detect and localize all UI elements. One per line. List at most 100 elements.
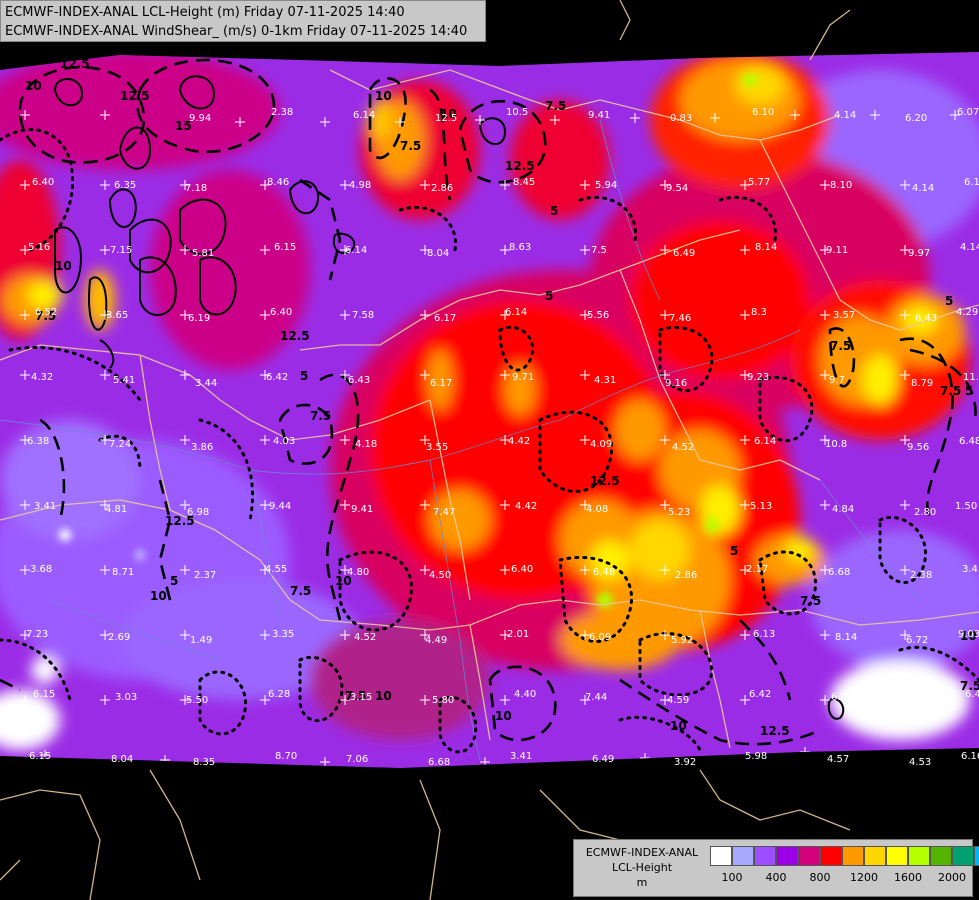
station-value: 4.49 [425,635,447,646]
station-value: 5.81 [192,248,214,259]
station-value: 6.15 [274,242,296,253]
station-value: 6.40 [965,689,979,700]
station-value: 6.48 [959,436,979,447]
station-value: 2.38 [910,570,932,581]
legend-tick: 2000 [938,871,966,884]
station-value: 8.45 [513,177,535,188]
contour-label: 5 [730,544,738,558]
station-value: 11.5 [963,372,979,383]
contour-label: 5 [545,289,553,303]
station-value: 9.97 [908,248,930,259]
legend-tick: 1600 [894,871,922,884]
station-value: 9.7 [829,375,845,386]
contour-label: 7.5 [830,339,851,353]
station-value: 6.17 [430,378,452,389]
station-value: 4.14 [960,242,979,253]
station-value: 6.40 [32,177,54,188]
contour-label: 10 [25,79,42,93]
station-value: 8.3 [751,307,767,318]
legend-unit: m [636,876,648,889]
contour-label: 12.5 [120,89,150,103]
station-value: 5.56 [587,310,609,321]
station-value: 6.14 [345,245,367,256]
legend-swatch [732,846,754,866]
station-value: 4.52 [354,632,376,643]
station-value: 2.01 [507,629,529,640]
legend-tick-labels: 100 400 800 1200 1600 2000 [710,871,974,885]
weather-map: 12.512.515107.51012.557.5107.51012.557.5… [0,0,979,900]
station-value: 6.68 [428,757,450,768]
station-value: 2.69 [108,632,130,643]
station-value: 6.15 [33,689,55,700]
legend-swatch [908,846,930,866]
station-value: 6.49 [592,754,614,765]
station-value: 5.13 [750,501,772,512]
contour-label: 10 [375,89,392,103]
station-value: 6.16 [961,751,979,762]
legend-swatch [842,846,864,866]
station-value: 2.37 [194,570,216,581]
contour-label: 7.5 [290,584,311,598]
station-value: 10.8 [825,439,847,450]
legend-swatch [754,846,776,866]
contour-label: 7.5 [400,139,421,153]
station-value: 4.80 [347,567,369,578]
station-value: 6.98 [187,507,209,518]
station-value: 8.04 [427,248,449,259]
station-value: 6.52 [35,307,57,318]
station-value: 9.11 [826,245,848,256]
station-value: 3.44 [195,378,217,389]
legend-parameter: LCL-Height [611,861,673,874]
station-value: 4.08 [586,504,608,515]
station-value: 6.14 [754,436,776,447]
station-value: 7.44 [585,692,607,703]
station-value: 6.40 [270,307,292,318]
station-value: 8.46 [267,177,289,188]
station-value: 4.59 [667,695,689,706]
station-value: 8.14 [755,242,777,253]
station-value: 5.16 [28,242,50,253]
legend-swatch [776,846,798,866]
station-value: 6.15 [29,751,51,762]
station-value: 4.84 [832,504,854,515]
legend-tick: 400 [765,871,787,884]
legend-swatch [974,846,979,866]
station-value: 8.63 [509,242,531,253]
lcl-height-field [0,52,979,768]
station-value: 5.77 [748,177,770,188]
legend-swatch [798,846,820,866]
station-value: 9.41 [588,110,610,121]
station-value: 6.43 [348,375,370,386]
station-value: 6.42 [266,372,288,383]
station-value: 6.13 [753,629,775,640]
contour-label: 10 [495,709,512,723]
station-value: 7.58 [352,310,374,321]
contour-label: 12.5 [60,57,90,71]
station-value: 0.83 [670,113,692,124]
contour-label: 12.5 [590,474,620,488]
station-value: 4.81 [105,504,127,515]
station-value: 3.35 [272,629,294,640]
station-value: 7.15 [110,245,132,256]
station-value: 3.68 [30,564,52,575]
station-value: 6.20 [905,113,927,124]
legend-swatch [886,846,908,866]
station-value: 4.42 [515,501,537,512]
station-value: 2.86 [431,183,453,194]
legend-swatch [864,846,886,866]
station-value: 3.65 [106,310,128,321]
station-value: 5.41 [113,375,135,386]
station-value: 6.49 [673,248,695,259]
station-value: 5.94 [595,180,617,191]
station-value: 1.49 [190,635,212,646]
station-value: 6.43 [915,313,937,324]
station-value: 4.42 [508,436,530,447]
station-value: 7.23 [26,629,48,640]
legend-tick: 1200 [850,871,878,884]
station-value: 12.5 [435,113,457,124]
station-value: 3.15 [350,692,372,703]
station-value: 8.14 [835,632,857,643]
legend-swatch [930,846,952,866]
contour-label: 12.5 [505,159,535,173]
station-value: 3.41 [34,501,56,512]
